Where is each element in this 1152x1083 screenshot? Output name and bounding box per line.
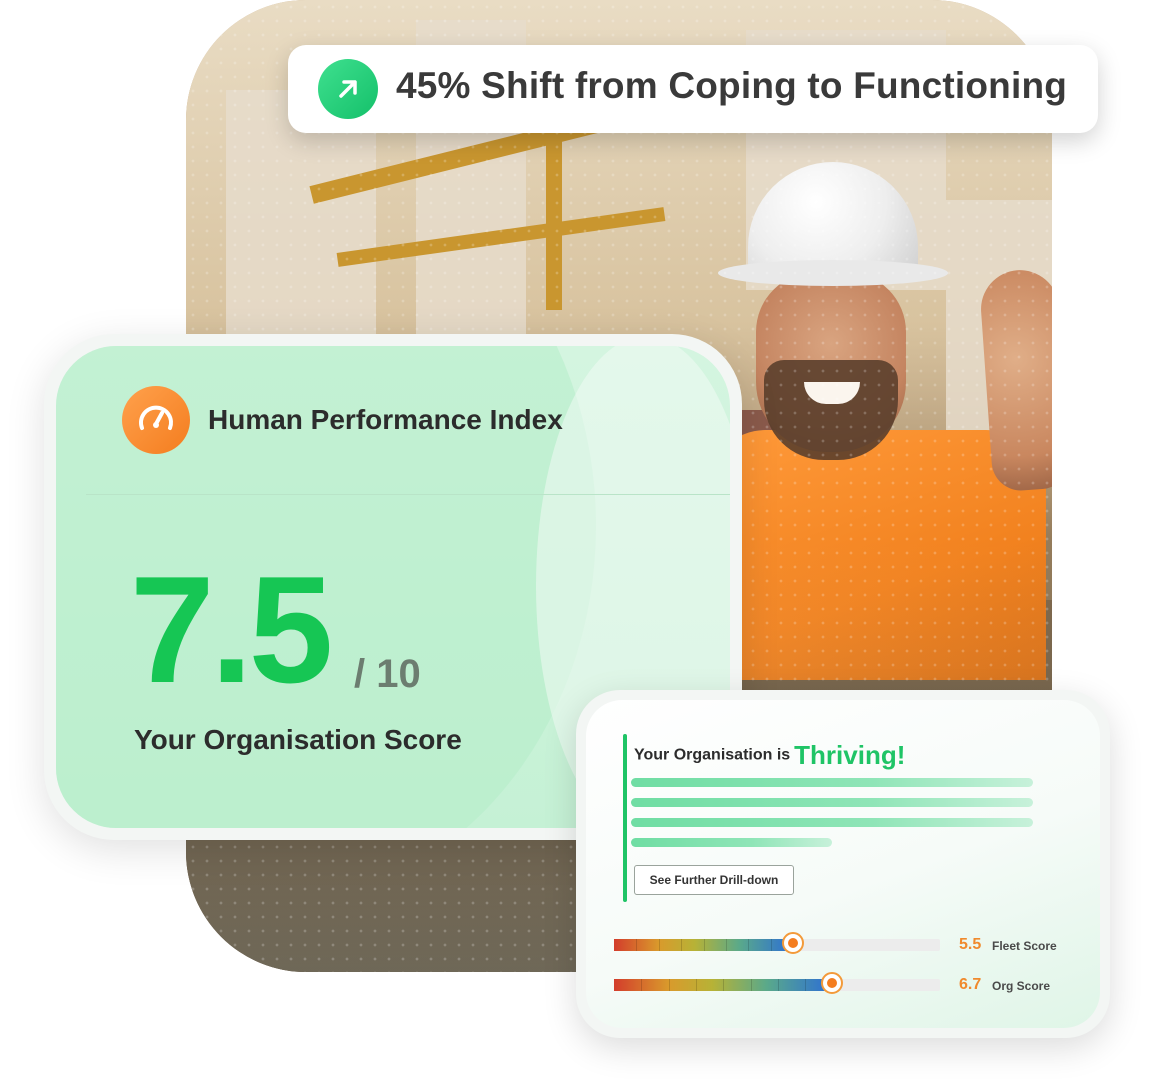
gauge-tick — [777, 979, 779, 991]
thrive-heading-prefix: Your Organisation is — [634, 746, 791, 764]
gauge-tick — [668, 979, 670, 991]
org-score-value: 6.7 — [959, 976, 982, 993]
hpi-title: Human Performance Index — [208, 404, 563, 435]
speedometer-icon — [122, 386, 190, 454]
placeholder-text-bar — [631, 838, 832, 847]
thrive-card: Your Organisation is Thriving! See Furthe… — [576, 690, 1110, 1038]
placeholder-text-bar — [631, 798, 1033, 807]
fleet-score-gauge — [614, 932, 940, 954]
shift-badge-text: 45% Shift from Coping to Functioning — [396, 65, 1068, 106]
thrive-accent-bar — [623, 734, 627, 902]
shift-badge: 45% Shift from Coping to Functioning — [288, 45, 1098, 133]
hpi-subtitle: Your Organisation Score — [134, 724, 462, 755]
gauge-tick — [770, 939, 772, 951]
hpi-divider — [86, 494, 730, 495]
thrive-card-inner: Your Organisation is Thriving! See Furthe… — [586, 700, 1100, 1028]
gauge-tick — [703, 939, 705, 951]
arrow-up-right-icon — [318, 59, 378, 119]
placeholder-text-bar — [631, 778, 1033, 787]
gauge-tick — [726, 939, 728, 951]
placeholder-text-bar — [631, 818, 1033, 827]
gauge-tick — [805, 979, 807, 991]
hpi-out-of: / 10 — [354, 652, 421, 696]
gauge-tick — [695, 979, 697, 991]
gauge-tick — [658, 939, 660, 951]
gauge-tick — [723, 979, 725, 991]
org-score-label: Org Score — [992, 979, 1051, 993]
thrive-heading: Your Organisation is Thriving! — [634, 740, 905, 771]
gauge-tick — [641, 979, 643, 991]
drill-down-button[interactable]: See Further Drill-down — [634, 865, 794, 895]
gauge-tick — [681, 939, 683, 951]
fleet-score-label: Fleet Score — [992, 939, 1057, 953]
hpi-score: 7.5 — [130, 545, 333, 715]
gauge-tick — [636, 939, 638, 951]
thrive-status: Thriving! — [794, 740, 906, 770]
org-score-gauge — [614, 972, 940, 994]
gauge-tick — [748, 939, 750, 951]
fleet-score-value: 5.5 — [959, 936, 982, 953]
gauge-tick — [750, 979, 752, 991]
